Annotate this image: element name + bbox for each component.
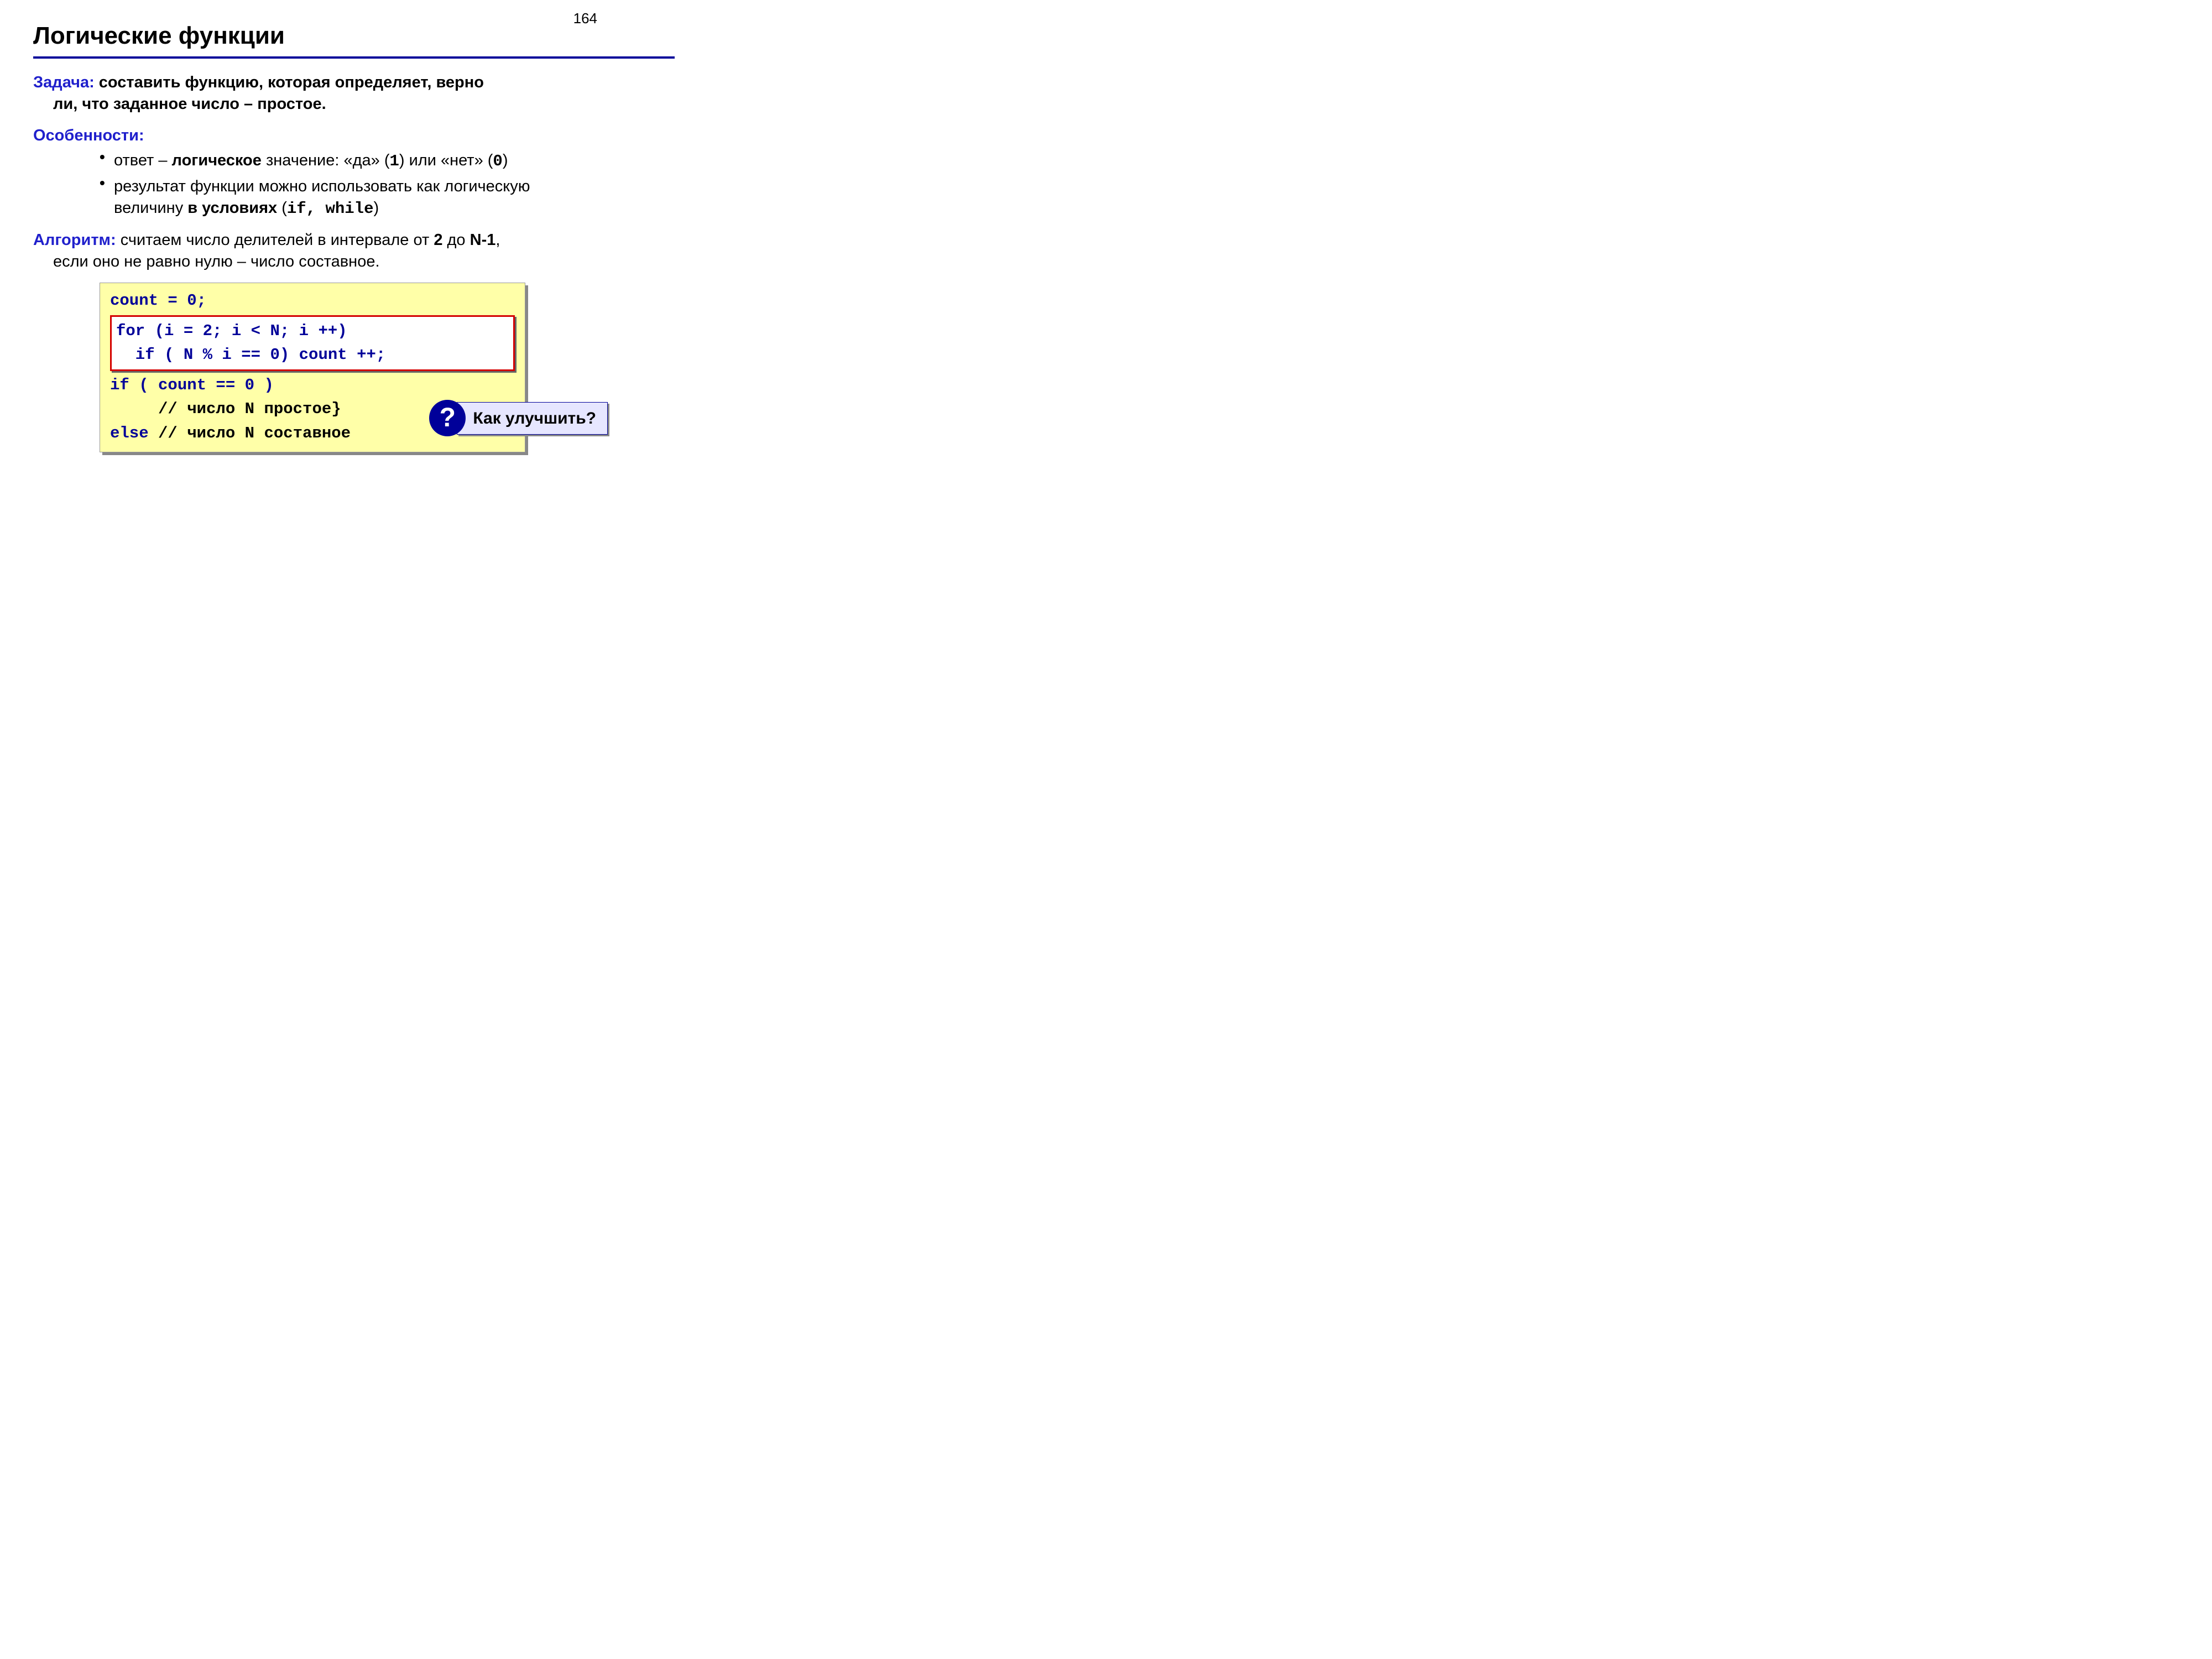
code-highlight-box: for (i = 2; i < N; i ++) if ( N % i == 0… <box>110 315 515 371</box>
title-underline <box>33 56 675 59</box>
task-label: Задача: <box>33 74 95 91</box>
feature-2-open: ( <box>277 199 287 217</box>
task-section: Задача: составить функцию, которая опред… <box>33 72 675 115</box>
algorithm-text-1: считаем число делителей в интервале от <box>116 231 434 249</box>
feature-2-mono: if, while <box>287 200 374 218</box>
feature-1-pre: ответ – <box>114 152 172 169</box>
algorithm-mid: до <box>442 231 469 249</box>
page-number: 164 <box>573 10 597 27</box>
code-line-3: if ( count == 0 ) <box>110 373 515 398</box>
feature-1-mono2: 0 <box>493 152 502 170</box>
algorithm-text-2: если оно не равно нулю – число составное… <box>33 251 675 273</box>
feature-1-post: значение: «да» ( <box>262 152 390 169</box>
task-text-2: ли, что заданное число – простое. <box>33 93 675 115</box>
feature-2-line1: результат функции можно использовать как… <box>114 178 530 195</box>
code-l5-else: else <box>110 424 158 442</box>
algorithm-bold-n1: N-1 <box>470 231 496 249</box>
features-label: Особенности: <box>33 127 144 144</box>
feature-item-1: ответ – логическое значение: «да» (1) ил… <box>100 150 675 172</box>
code-l4-pad <box>110 400 158 418</box>
code-block: count = 0; for (i = 2; i < N; i ++) if (… <box>100 283 525 452</box>
algorithm-label: Алгоритм: <box>33 231 116 249</box>
feature-1-bold: логическое <box>172 152 262 169</box>
code-line-h1: for (i = 2; i < N; i ++) <box>116 319 509 343</box>
feature-2-bold: в условиях <box>187 199 277 217</box>
feature-item-2: результат функции можно использовать как… <box>100 176 675 220</box>
algorithm-section: Алгоритм: считаем число делителей в инте… <box>33 229 675 273</box>
feature-2-pre: величину <box>114 199 187 217</box>
callout-text: Как улучшить? <box>457 402 608 435</box>
question-badge-icon: ? <box>429 400 466 436</box>
feature-1-mid: ) или «нет» ( <box>399 152 493 169</box>
feature-1-end: ) <box>503 152 508 169</box>
callout: ? Как улучшить? <box>429 400 608 436</box>
slide: 164 Логические функции Задача: составить… <box>0 0 708 531</box>
code-line-h2: if ( N % i == 0) count ++; <box>116 343 509 367</box>
algorithm-bold-2: 2 <box>434 231 442 249</box>
code-l5-comment: // число N составное <box>158 424 351 442</box>
code-line-1: count = 0; <box>110 289 515 313</box>
algorithm-comma: , <box>495 231 500 249</box>
feature-1-mono1: 1 <box>389 152 399 170</box>
features-section: Особенности: ответ – логическое значение… <box>33 125 675 220</box>
task-text-1: составить функцию, которая определяет, в… <box>95 74 484 91</box>
features-list: ответ – логическое значение: «да» (1) ил… <box>33 150 675 219</box>
feature-2-close: ) <box>374 199 379 217</box>
code-l4-comment: // число N простое} <box>158 400 341 418</box>
